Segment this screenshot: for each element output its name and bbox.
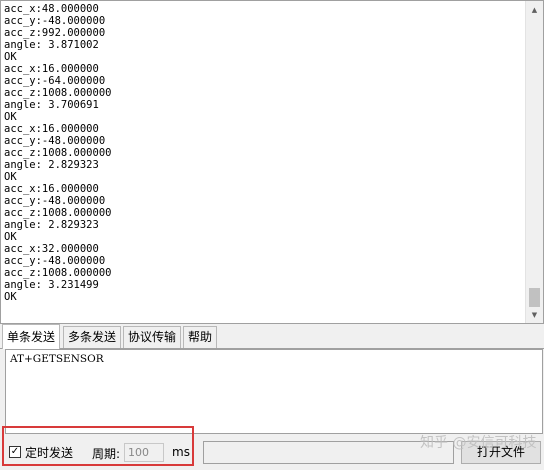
output-line: acc_x:16.000000 — [4, 63, 99, 75]
output-line: angle: 2.829323 — [4, 159, 99, 171]
output-line: angle: 3.231499 — [4, 279, 99, 291]
output-line: angle: 3.700691 — [4, 99, 99, 111]
highlight-annotation-box — [2, 426, 194, 466]
tab-help[interactable]: 帮助 — [183, 326, 218, 348]
output-line: acc_z:1008.000000 — [4, 207, 112, 219]
output-line: OK — [4, 291, 17, 303]
output-line: OK — [4, 231, 17, 243]
send-input-value: AT+GETSENSOR — [10, 353, 104, 365]
send-input-field[interactable]: AT+GETSENSOR — [5, 349, 543, 434]
vertical-scrollbar[interactable]: ▲ ▼ — [525, 1, 543, 323]
open-file-button[interactable]: 打开文件 — [461, 441, 541, 464]
output-line: OK — [4, 111, 17, 123]
receive-output-pane[interactable]: acc_x:48.000000 acc_y:-48.000000 acc_z:992… — [0, 0, 544, 324]
tab-single-send[interactable]: 单条发送 — [2, 324, 61, 349]
output-line: angle: 3.871002 — [4, 39, 99, 51]
output-line: acc_x:16.000000 — [4, 123, 99, 135]
output-line: acc_z:1008.000000 — [4, 147, 112, 159]
output-line: acc_x:32.000000 — [4, 243, 99, 255]
arrow-down-icon[interactable]: ▼ — [526, 306, 543, 323]
output-line: acc_y:-64.000000 — [4, 75, 106, 87]
output-line: angle: 2.829323 — [4, 219, 99, 231]
output-line: acc_z:1008.000000 — [4, 87, 112, 99]
output-line: acc_x:48.000000 — [4, 3, 99, 15]
tab-protocol-transfer[interactable]: 协议传输 — [123, 326, 182, 348]
output-line: acc_y:-48.000000 — [4, 135, 106, 147]
output-line: OK — [4, 51, 17, 63]
output-line: acc_y:-48.000000 — [4, 255, 106, 267]
tab-multi-send[interactable]: 多条发送 — [63, 326, 122, 348]
output-line: acc_y:-48.000000 — [4, 15, 106, 27]
receive-output-text: acc_x:48.000000 acc_y:-48.000000 acc_z:992… — [4, 3, 522, 319]
output-line: OK — [4, 171, 17, 183]
output-line: acc_z:992.000000 — [4, 27, 106, 39]
send-mode-tabs: 单条发送 多条发送 协议传输 帮助 — [0, 324, 544, 349]
file-path-field[interactable] — [203, 441, 454, 464]
output-line: acc_z:1008.000000 — [4, 267, 112, 279]
scrollbar-thumb[interactable] — [529, 288, 540, 307]
output-line: acc_y:-48.000000 — [4, 195, 106, 207]
output-line: acc_x:16.000000 — [4, 183, 99, 195]
arrow-up-icon[interactable]: ▲ — [526, 1, 543, 18]
